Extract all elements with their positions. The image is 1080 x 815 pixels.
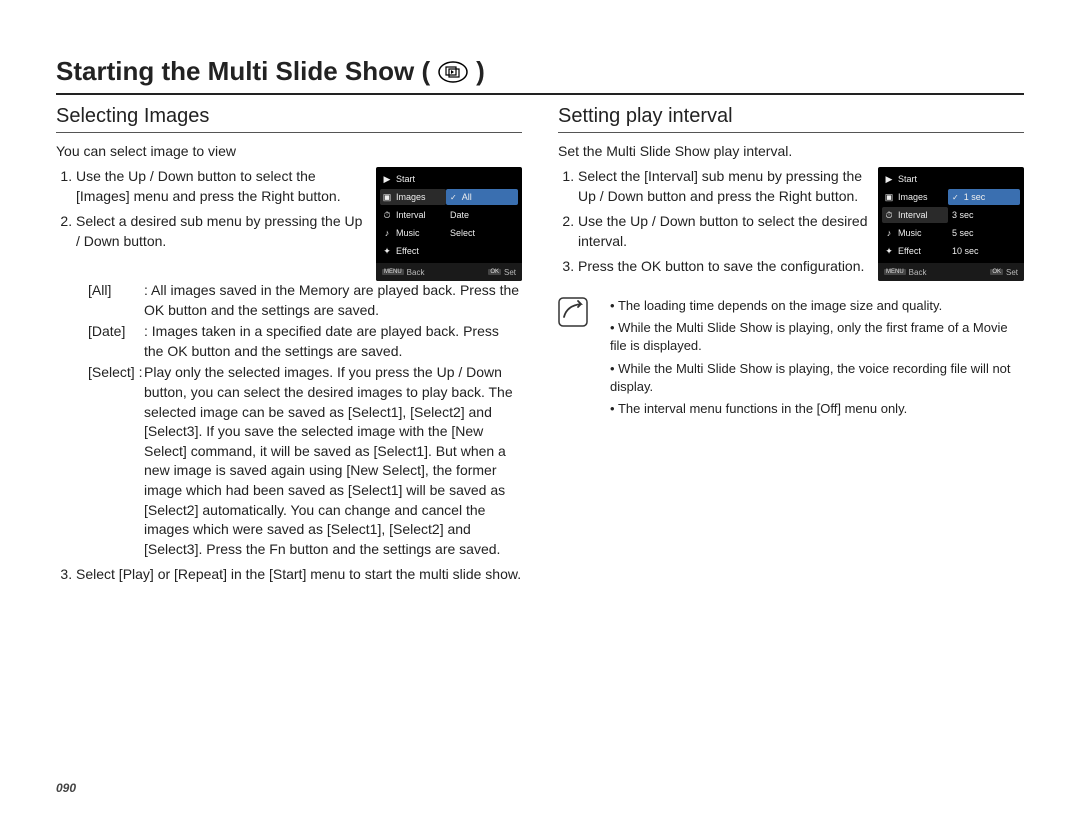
lcd-opt-all: All — [462, 192, 472, 202]
lcd-btn-menu: MENU — [382, 269, 404, 275]
note-1: The loading time depends on the image si… — [610, 297, 1024, 315]
lcd-menu-music: Music — [396, 228, 420, 238]
slideshow-icon — [438, 61, 468, 83]
lcd-btn-ok: OK — [488, 269, 501, 275]
page-title: Starting the Multi Slide Show ( ) — [56, 56, 1024, 87]
lcd-screenshot-images: ▶Start ▣Images ⏱Interval ♪Music ✦Effect … — [376, 167, 522, 281]
step-1-right: Select the [Interval] sub menu by pressi… — [578, 167, 868, 206]
step-3-right: Press the OK button to save the configur… — [578, 257, 868, 277]
section-divider-left — [56, 132, 522, 133]
lcd2-opt-1sec: 1 sec — [964, 192, 986, 202]
lcd-menu-interval: Interval — [396, 210, 426, 220]
def-date-label: [Date] — [88, 322, 144, 361]
title-close: ) — [476, 56, 485, 87]
lcd-menu-start: Start — [396, 174, 415, 184]
title-text: Starting the Multi Slide Show ( — [56, 56, 430, 87]
lcd2-menu-images: Images — [898, 192, 928, 202]
submenu-definitions: [All] : All images saved in the Memory a… — [56, 281, 522, 559]
note-list: The loading time depends on the image si… — [598, 297, 1024, 422]
def-select-label: [Select] : — [88, 363, 144, 559]
steps-right: Select the [Interval] sub menu by pressi… — [558, 167, 868, 277]
step-3-left: Select [Play] or [Repeat] in the [Start]… — [76, 565, 522, 585]
lcd2-menu-interval: Interval — [898, 210, 928, 220]
intro-right: Set the Multi Slide Show play interval. — [558, 143, 1024, 159]
lcd-foot-back: Back — [407, 268, 425, 277]
intro-left: You can select image to view — [56, 143, 522, 159]
lcd-foot-set: Set — [504, 268, 516, 277]
note-3: While the Multi Slide Show is playing, t… — [610, 360, 1024, 396]
note-2: While the Multi Slide Show is playing, o… — [610, 319, 1024, 355]
step-2-left: Select a desired sub menu by pressing th… — [76, 212, 366, 251]
note-4: The interval menu functions in the [Off]… — [610, 400, 1024, 418]
step-1-left: Use the Up / Down button to select the [… — [76, 167, 366, 206]
section-heading-interval: Setting play interval — [558, 105, 1024, 128]
section-heading-selecting-images: Selecting Images — [56, 105, 522, 128]
def-date-desc: : Images taken in a specified date are p… — [144, 322, 522, 361]
lcd2-opt-5sec: 5 sec — [952, 228, 974, 238]
def-select-desc: Play only the selected images. If you pr… — [144, 363, 522, 559]
lcd-opt-select: Select — [450, 228, 475, 238]
lcd2-opt-10sec: 10 sec — [952, 246, 979, 256]
note-icon — [558, 297, 588, 327]
step-2-right: Use the Up / Down button to select the d… — [578, 212, 868, 251]
lcd2-menu-music: Music — [898, 228, 922, 238]
lcd-screenshot-interval: ▶Start ▣Images ⏱Interval ♪Music ✦Effect … — [878, 167, 1024, 281]
left-column: Selecting Images You can select image to… — [56, 105, 522, 591]
steps-left-top: Use the Up / Down button to select the [… — [56, 167, 366, 251]
lcd-menu-effect: Effect — [396, 246, 419, 256]
lcd2-btn-menu: MENU — [884, 269, 906, 275]
def-all-desc: : All images saved in the Memory are pla… — [144, 281, 522, 320]
right-column: Setting play interval Set the Multi Slid… — [558, 105, 1024, 591]
lcd2-menu-start: Start — [898, 174, 917, 184]
lcd2-opt-3sec: 3 sec — [952, 210, 974, 220]
def-all-label: [All] — [88, 281, 144, 320]
lcd2-menu-effect: Effect — [898, 246, 921, 256]
lcd2-btn-ok: OK — [990, 269, 1003, 275]
lcd-opt-date: Date — [450, 210, 469, 220]
steps-left-bottom: Select [Play] or [Repeat] in the [Start]… — [56, 565, 522, 585]
lcd-menu-images: Images — [396, 192, 426, 202]
note-block: The loading time depends on the image si… — [558, 297, 1024, 422]
title-divider — [56, 93, 1024, 95]
page-number: 090 — [56, 781, 76, 795]
lcd2-foot-back: Back — [909, 268, 927, 277]
lcd2-foot-set: Set — [1006, 268, 1018, 277]
section-divider-right — [558, 132, 1024, 133]
